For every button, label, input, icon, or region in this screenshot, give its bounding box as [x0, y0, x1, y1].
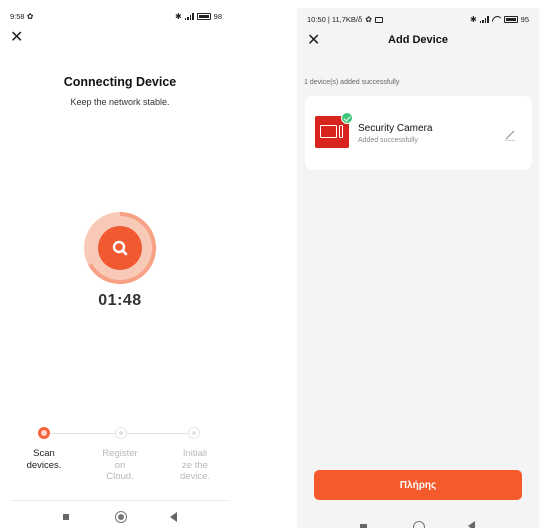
added-count-text: 1 device(s) added successfully	[304, 79, 400, 86]
bluetooth-icon: ✱	[174, 12, 182, 21]
battery-icon	[196, 13, 211, 20]
connecting-device-screen: 9:58 ✿ ✱ 98 ✕ Connecting Device Keep the…	[0, 0, 230, 528]
status-left: 10:50 | 11,7KB/δ ✿	[307, 15, 383, 24]
recent-apps-button[interactable]	[63, 514, 69, 520]
wifi-icon	[492, 16, 501, 23]
device-name: Security Camera	[358, 123, 433, 134]
gear-icon: ✿	[26, 12, 34, 21]
status-bar: 9:58 ✿ ✱ 98	[0, 10, 230, 24]
home-button[interactable]	[413, 521, 425, 528]
header: ✕ Add Device	[297, 30, 539, 52]
battery-percent: 98	[213, 12, 222, 21]
close-icon[interactable]: ✕	[10, 30, 23, 46]
status-time: 9:58 ✿	[10, 12, 34, 21]
page-title: Add Device	[388, 34, 448, 46]
countdown-timer: 01:48	[98, 292, 142, 309]
done-button[interactable]: Πλήρης	[314, 470, 522, 500]
battery-icon	[503, 16, 518, 23]
status-indicators: ✱ 98	[175, 12, 222, 21]
device-status: Added successfully	[358, 137, 418, 144]
bluetooth-icon: ✱	[469, 15, 477, 24]
status-time-speed: 10:50 | 11,7KB/δ	[307, 15, 363, 24]
recent-apps-button[interactable]	[360, 524, 367, 528]
page-title: Connecting Device	[63, 75, 177, 89]
status-bar: 10:50 | 11,7KB/δ ✿ ✱ 95	[297, 13, 539, 27]
home-button[interactable]	[115, 511, 127, 523]
step-initialize-label: Initiali ze the device.	[179, 448, 211, 482]
system-nav-bar	[10, 500, 230, 528]
searching-indicator	[84, 212, 156, 284]
signal-icon	[184, 13, 194, 20]
search-icon	[98, 226, 142, 270]
step-register-dot	[115, 427, 127, 439]
check-icon	[341, 112, 353, 124]
step-register-label: Register on Cloud.	[102, 448, 138, 482]
system-nav-bar	[297, 518, 539, 528]
battery-percent: 95	[520, 15, 529, 24]
gear-icon: ✿	[365, 15, 372, 24]
add-device-screen: 10:50 | 11,7KB/δ ✿ ✱ 95 ✕ Add Device 1 d…	[297, 8, 539, 528]
page-subtitle: Keep the network stable.	[70, 97, 170, 107]
status-indicators: ✱ 95	[470, 15, 529, 24]
device-card[interactable]: Security Camera Added successfully	[305, 96, 532, 170]
sim-card-icon	[374, 16, 383, 23]
back-button[interactable]	[468, 521, 475, 528]
step-initialize-dot	[188, 427, 200, 439]
signal-icon	[479, 16, 489, 23]
step-scan-dot	[38, 427, 50, 439]
back-button[interactable]	[170, 512, 177, 522]
step-scan-label: Scan devices.	[26, 448, 62, 471]
pencil-icon[interactable]	[504, 129, 516, 141]
